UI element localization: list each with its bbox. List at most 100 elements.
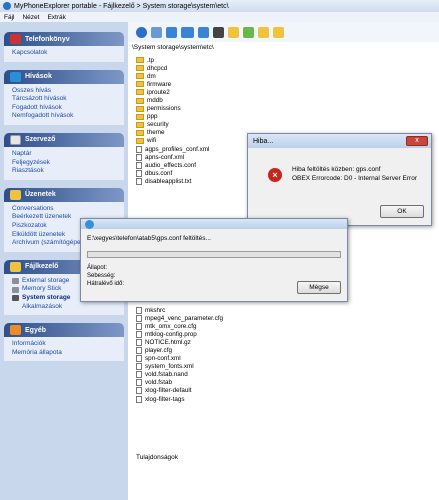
sync-icon[interactable] — [151, 26, 162, 38]
close-button[interactable]: x — [406, 136, 428, 146]
error-icon: × — [268, 168, 282, 182]
dialog-title: Hiba... — [253, 137, 274, 145]
group-other: Egyéb Információk Memória állapota — [4, 323, 124, 362]
folder-icon — [136, 65, 144, 72]
list-item[interactable]: xlog-filter-tags — [136, 395, 336, 403]
file-icon — [136, 153, 142, 161]
sidebar-item-contacts[interactable]: Kapcsolatok — [12, 49, 116, 58]
sidebar-item-conversations[interactable]: Conversations — [12, 205, 116, 214]
download-icon[interactable] — [181, 26, 194, 38]
sidebar-item-alarms[interactable]: Riasztások — [12, 167, 116, 176]
upload-stats: Állapot: Sebesség: Hátralévő idő: — [87, 264, 124, 288]
sidebar-item-calendar[interactable]: Naptár — [12, 150, 116, 159]
list-item[interactable]: mtklog-config.prop — [136, 330, 336, 338]
file-icon — [136, 338, 142, 346]
sd-card-icon — [12, 278, 19, 285]
edit-icon[interactable] — [243, 26, 254, 38]
error-dialog-titlebar: Hiba... x — [248, 134, 431, 148]
sidebar-item-memory-status[interactable]: Memória állapota — [12, 349, 116, 358]
folder-open-icon[interactable] — [273, 26, 284, 38]
list-item[interactable]: permissions — [136, 105, 336, 113]
group-header-organizer[interactable]: Szervező — [4, 132, 124, 147]
folder-up-icon[interactable] — [258, 26, 269, 38]
list-item[interactable]: ppp — [136, 113, 336, 121]
delete-icon[interactable] — [213, 26, 224, 38]
new-folder-icon[interactable] — [228, 26, 239, 38]
file-name: xlog-filter-tags — [145, 395, 185, 403]
menu-file[interactable]: Fájl — [4, 14, 14, 21]
refresh-icon[interactable] — [136, 26, 147, 38]
list-item[interactable]: dm — [136, 72, 336, 80]
file-name: mkshrc — [145, 306, 166, 314]
file-name: security — [147, 121, 169, 129]
sidebar-item-missed-calls[interactable]: Nemfogadott hívások — [12, 112, 116, 121]
tools-icon — [10, 325, 21, 336]
file-name: mtk_omx_core.cfg — [145, 322, 197, 330]
file-name: mddb — [147, 97, 163, 105]
list-item[interactable]: firmware — [136, 80, 336, 88]
file-name: NOTICE.html.gz — [145, 338, 191, 346]
list-item[interactable]: mddb — [136, 96, 336, 104]
remaining-time-label: Hátralévő idő: — [87, 281, 125, 287]
list-item[interactable]: system_fonts.xml — [136, 363, 336, 371]
group-header-phonebook[interactable]: Telefonkönyv — [4, 32, 124, 46]
list-item[interactable]: mpeg4_venc_parameter.cfg — [136, 314, 336, 322]
file-name: dbus.conf — [145, 169, 173, 177]
menu-extras[interactable]: Extrák — [47, 14, 65, 21]
list-item[interactable]: NOTICE.html.gz — [136, 338, 336, 346]
folder-icon — [10, 261, 21, 272]
list-item[interactable]: player.cfg — [136, 346, 336, 355]
file-icon — [136, 306, 142, 314]
file-name: player.cfg — [145, 347, 172, 355]
cancel-button[interactable]: Mégse — [297, 281, 341, 294]
list-item[interactable]: vold.fstab.nand — [136, 371, 336, 379]
list-item[interactable]: spn-conf.xml — [136, 355, 336, 363]
list-item[interactable]: dhcpcd — [136, 64, 336, 72]
status-label: Állapot: — [87, 265, 108, 271]
folder-icon — [136, 113, 144, 120]
list-item[interactable]: security — [136, 121, 336, 129]
group-title: Egyéb — [25, 326, 47, 334]
sidebar-item-notes[interactable]: Feljegyzések — [12, 159, 116, 168]
group-header-messages[interactable]: Üzenetek — [4, 187, 124, 202]
file-name: iproute2 — [147, 88, 170, 96]
file-icon — [136, 387, 142, 395]
file-icon — [136, 355, 142, 363]
speed-label: Sebesség: — [87, 273, 116, 279]
group-header-other[interactable]: Egyéb — [4, 323, 124, 338]
sidebar-item-applications[interactable]: Alkalmazások — [12, 303, 116, 312]
list-item[interactable]: xlog-filter-default — [136, 387, 336, 395]
folder-icon — [136, 57, 144, 64]
reload-icon[interactable] — [166, 26, 177, 38]
error-line-1: Hiba feltöltés közben: gps.conf — [292, 166, 381, 173]
group-calls: Hívások Összes hívás Tárcsázott hívások … — [4, 69, 124, 125]
group-title: Hívások — [25, 73, 52, 81]
error-dialog: Hiba... x × Hiba feltöltés közben: gps.co… — [247, 133, 432, 226]
file-icon — [136, 177, 142, 185]
sidebar-item-dialed-calls[interactable]: Tárcsázott hívások — [12, 95, 116, 104]
list-item[interactable]: .tp — [136, 56, 336, 64]
folder-icon — [136, 89, 144, 96]
file-name: dm — [147, 72, 156, 80]
upload-icon[interactable] — [198, 26, 209, 38]
group-header-calls[interactable]: Hívások — [4, 69, 124, 84]
group-title: Üzenetek — [25, 191, 56, 199]
file-icon — [136, 161, 142, 169]
progress-bar — [87, 251, 341, 258]
sidebar-item-all-calls[interactable]: Összes hívás — [12, 87, 116, 96]
list-item[interactable]: mtk_omx_core.cfg — [136, 322, 336, 330]
file-icon — [136, 314, 142, 322]
upload-file-label: E:\xegyes\telefon\atab5\gps.conf feltölt… — [87, 235, 211, 242]
list-item[interactable]: mkshrc — [136, 306, 336, 314]
properties-label: Tulajdonságok — [136, 454, 179, 461]
file-name: theme — [147, 129, 165, 137]
list-item[interactable]: vold.fstab — [136, 379, 336, 387]
ok-button[interactable]: OK — [380, 205, 424, 218]
menu-view[interactable]: Nézet — [22, 14, 39, 21]
file-name: agps_profiles_conf.xml — [145, 145, 210, 153]
file-name: ppp — [147, 113, 158, 121]
sidebar-item-information[interactable]: Információk — [12, 340, 116, 349]
phonebook-icon — [10, 34, 21, 44]
sidebar-item-received-calls[interactable]: Fogadott hívások — [12, 104, 116, 113]
list-item[interactable]: iproute2 — [136, 88, 336, 96]
